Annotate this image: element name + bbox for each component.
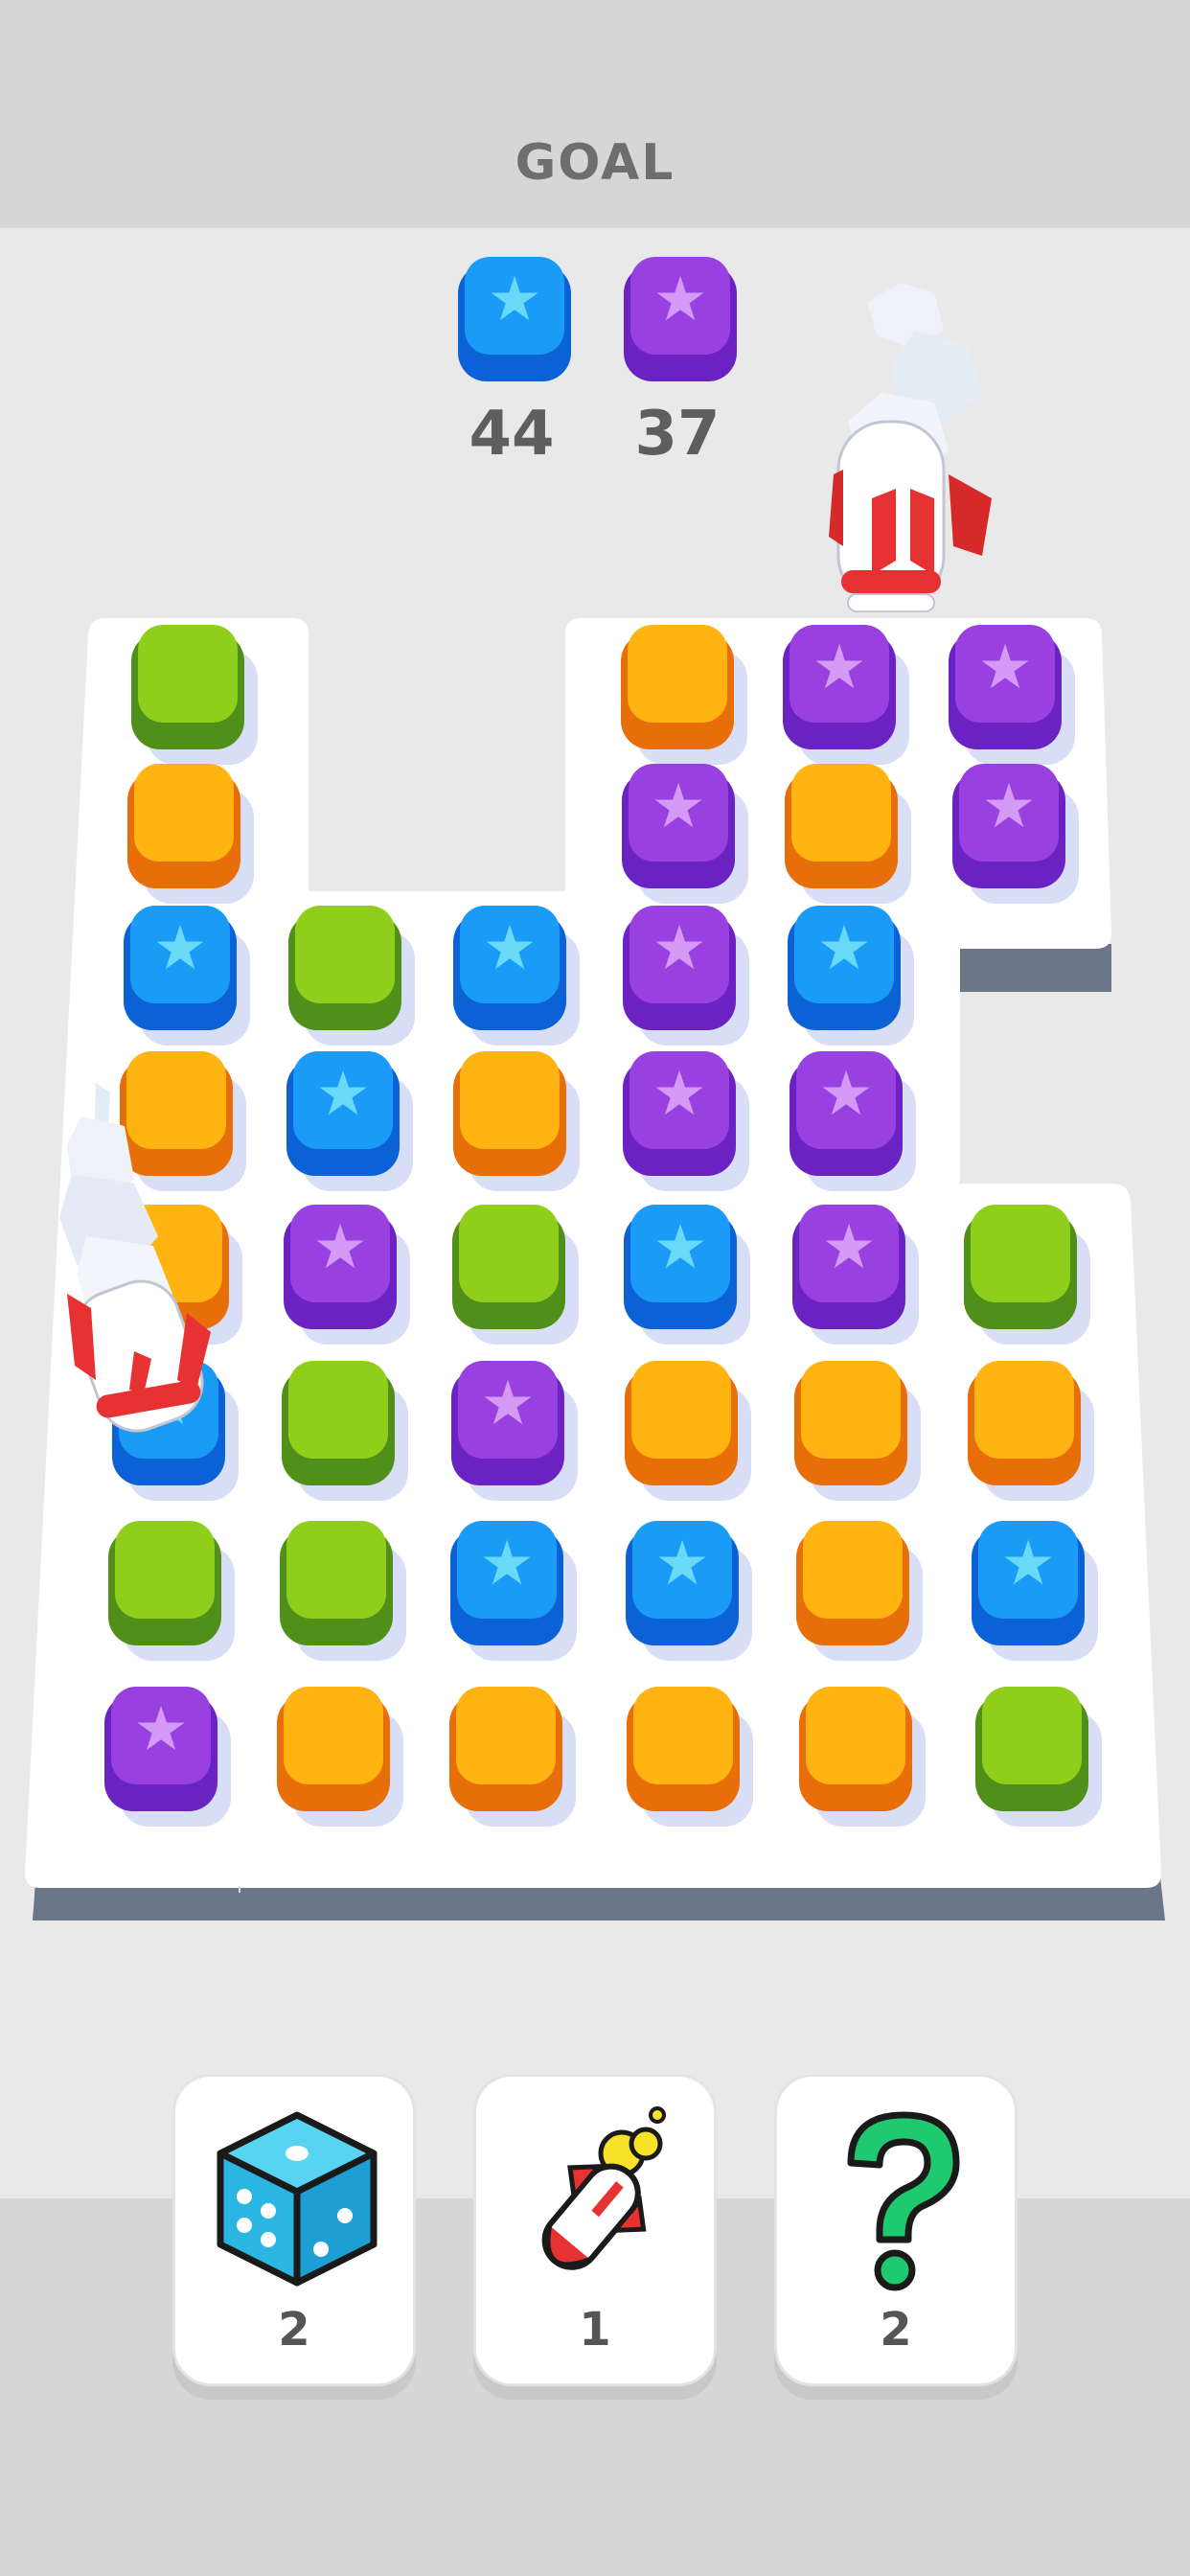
- dice-booster-count: 2: [278, 2303, 310, 2357]
- question-icon: [847, 2111, 960, 2291]
- rocket-icon: [541, 2106, 666, 2270]
- rocket-booster-count: 1: [579, 2303, 611, 2357]
- question-booster-button[interactable]: 2: [774, 2074, 1018, 2386]
- dice-booster-button[interactable]: 2: [172, 2074, 416, 2386]
- rocket-booster-button[interactable]: 1: [473, 2074, 717, 2386]
- question-booster-count: 2: [880, 2303, 912, 2357]
- dice-icon: [217, 2111, 378, 2287]
